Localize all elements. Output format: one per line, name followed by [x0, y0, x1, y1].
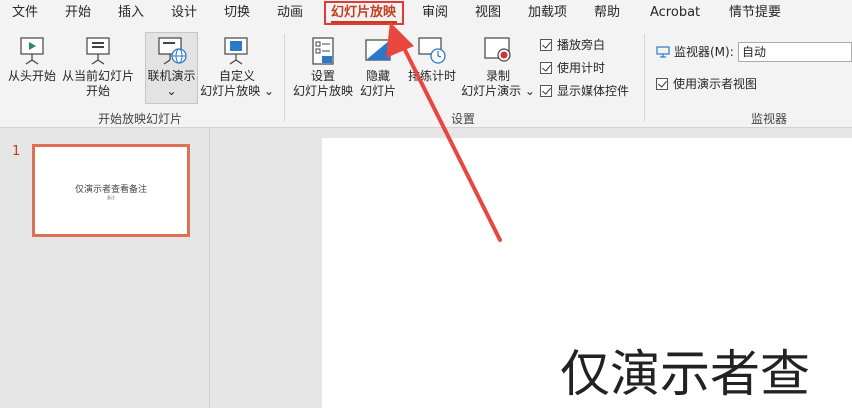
thumbnail-subtitle: 备注	[107, 195, 115, 200]
slide-number: 1	[12, 144, 21, 159]
custom-show-label-line1: 自定义	[218, 69, 255, 83]
rehearse-timings-button[interactable]: 排练计时	[404, 36, 460, 84]
rehearse-label: 排练计时	[407, 69, 456, 83]
show-media-label: 显示媒体控件	[557, 84, 630, 98]
checkbox-checked-icon	[656, 78, 668, 90]
slide-editor[interactable]: 仅演示者查	[322, 138, 852, 408]
group-label-start-show: 开始放映幻灯片	[98, 112, 183, 126]
monitor-label-row: 监视器(M):	[656, 45, 734, 59]
online-present-label: 联机演示	[147, 69, 196, 83]
record-slide-show-button[interactable]: 录制 幻灯片演示 ⌄	[460, 36, 536, 99]
tab-help[interactable]: 帮助	[594, 5, 620, 21]
tab-addins[interactable]: 加载项	[528, 5, 567, 21]
from-current-slide-button[interactable]: 从当前幻灯片 开始	[60, 36, 136, 99]
tab-home[interactable]: 开始	[65, 5, 91, 21]
tab-design[interactable]: 设计	[171, 5, 197, 21]
hide-slide-label-line2: 幻灯片	[359, 84, 396, 98]
hide-slide-button[interactable]: 隐藏 幻灯片	[358, 36, 398, 99]
from-current-label-line1: 从当前幻灯片	[61, 69, 134, 83]
group-separator	[644, 34, 645, 122]
tab-insert[interactable]: 插入	[118, 5, 144, 21]
monitor-select[interactable]: 自动	[738, 42, 852, 62]
slide-title-text[interactable]: 仅演示者查	[560, 334, 810, 406]
play-narrations-label: 播放旁白	[557, 38, 606, 52]
play-narrations-checkbox[interactable]: 播放旁白	[540, 38, 605, 52]
use-timings-checkbox[interactable]: 使用计时	[540, 61, 605, 75]
rehearse-timer-icon	[418, 37, 446, 64]
monitor-icon	[656, 46, 670, 58]
checkbox-checked-icon	[540, 39, 552, 51]
record-icon	[484, 37, 511, 62]
tab-storyboard[interactable]: 情节提要	[729, 5, 781, 21]
tab-review[interactable]: 审阅	[422, 5, 448, 21]
monitor-label: 监视器(M):	[674, 45, 734, 59]
use-timings-label: 使用计时	[557, 61, 606, 75]
custom-show-icon	[224, 37, 248, 65]
hide-slide-icon	[365, 39, 391, 61]
online-present-button[interactable]: 联机演示 ⌄	[145, 36, 198, 99]
from-beginning-button[interactable]: 从头开始	[6, 36, 58, 84]
checkbox-checked-icon	[540, 85, 552, 97]
from-beginning-label: 从头开始	[7, 69, 56, 83]
group-label-setup: 设置	[451, 112, 476, 126]
setup-slide-show-button[interactable]: 设置 幻灯片放映	[290, 36, 356, 99]
menu-bar: 文件 开始 插入 设计 切换 动画 幻灯片放映 审阅 视图 加载项 帮助 Acr…	[0, 0, 852, 26]
presenter-view-label: 使用演示者视图	[673, 77, 758, 91]
from-current-label-line2: 开始	[85, 84, 110, 98]
record-label-line1: 录制	[485, 69, 510, 83]
tab-animations[interactable]: 动画	[277, 5, 303, 21]
online-present-chevron-icon: ⌄	[166, 84, 177, 98]
slide-thumbnail[interactable]: 仅演示者查看备注 备注	[32, 144, 190, 237]
hide-slide-label-line1: 隐藏	[365, 69, 390, 83]
setup-show-label-line2: 幻灯片放映	[292, 84, 353, 98]
tab-file[interactable]: 文件	[12, 5, 38, 21]
show-media-controls-checkbox[interactable]: 显示媒体控件	[540, 84, 629, 98]
presenter-view-checkbox[interactable]: 使用演示者视图	[656, 77, 757, 91]
setup-show-icon	[312, 37, 334, 65]
tab-acrobat[interactable]: Acrobat	[650, 5, 700, 21]
ribbon: 从头开始 从当前幻灯片 开始 联机演示 ⌄ 自定义 幻灯片放映 ⌄ 开始放映幻灯…	[0, 26, 852, 128]
online-present-globe-icon	[157, 37, 187, 65]
custom-show-label-line2: 幻灯片放映 ⌄	[200, 84, 274, 98]
record-label-line2: 幻灯片演示 ⌄	[461, 84, 535, 98]
thumbnail-title: 仅演示者查看备注	[74, 185, 147, 195]
custom-slide-show-button[interactable]: 自定义 幻灯片放映 ⌄	[200, 36, 274, 99]
group-separator	[284, 34, 285, 122]
tab-transitions[interactable]: 切换	[224, 5, 250, 21]
checkbox-checked-icon	[540, 62, 552, 74]
play-from-current-icon	[86, 37, 110, 65]
setup-show-label-line1: 设置	[310, 69, 335, 83]
group-label-monitors: 监视器	[751, 112, 788, 126]
play-from-start-icon	[20, 37, 44, 65]
tab-view[interactable]: 视图	[475, 5, 501, 21]
annotation-highlight-box	[324, 1, 404, 25]
